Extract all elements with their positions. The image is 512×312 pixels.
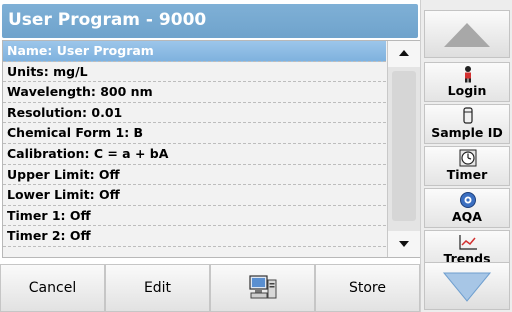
list-item-calibration[interactable]: Calibration: C = a + bA [3,143,386,165]
list-item-timer-2[interactable]: Timer 2: Off [3,226,386,247]
scroll-thumb[interactable] [392,71,416,221]
timer-icon [459,149,477,167]
bottom-toolbar: Cancel Edit Store [0,264,420,312]
scroll-page-up-button[interactable] [424,10,510,58]
scrollbar[interactable] [387,41,420,257]
list-item-timer-1[interactable]: Timer 1: Off [3,205,386,227]
timer-button[interactable]: Timer [424,146,510,186]
list-item-units[interactable]: Units: mg/L [3,61,386,83]
aqa-icon [460,192,476,208]
edit-button[interactable]: Edit [105,264,210,312]
aqa-button[interactable]: AQA [424,188,510,228]
sample-id-label: Sample ID [431,125,503,140]
sample-cell-icon [463,107,473,124]
arrow-down-icon [399,241,409,247]
scroll-up-button[interactable] [388,41,420,67]
triangle-down-icon [442,272,492,302]
page-title: User Program - 9000 [8,10,207,30]
list-item-wavelength[interactable]: Wavelength: 800 nm [3,82,386,103]
scroll-down-button[interactable] [388,231,420,257]
computer-button[interactable] [210,264,315,312]
list-item-resolution[interactable]: Resolution: 0.01 [3,102,386,124]
parameter-list: Name: User Program Units: mg/L Wavelengt… [2,40,420,258]
sample-id-button[interactable]: Sample ID [424,104,510,144]
aqa-label: AQA [452,209,482,224]
program-screen: User Program - 9000 Name: User Program U… [0,0,512,312]
login-button[interactable]: Login [424,62,510,102]
triangle-up-icon [444,23,490,47]
list-item-lower-limit[interactable]: Lower Limit: Off [3,185,386,206]
parameter-rows: Name: User Program Units: mg/L Wavelengt… [3,41,386,247]
timer-label: Timer [446,167,488,182]
list-item-upper-limit[interactable]: Upper Limit: Off [3,164,386,186]
cancel-button[interactable]: Cancel [0,264,105,312]
person-icon [465,66,471,83]
login-label: Login [447,83,487,98]
list-item-chemical-form[interactable]: Chemical Form 1: B [3,123,386,144]
scroll-page-down-button[interactable] [424,262,510,310]
store-button[interactable]: Store [315,264,420,312]
arrow-up-icon [399,50,409,56]
side-panel: Login Sample ID Timer AQA Trends [420,0,512,312]
list-item-name[interactable]: Name: User Program [3,41,386,62]
title-bar: User Program - 9000 [2,4,418,38]
trend-chart-icon [459,235,477,250]
computer-icon [248,275,276,299]
